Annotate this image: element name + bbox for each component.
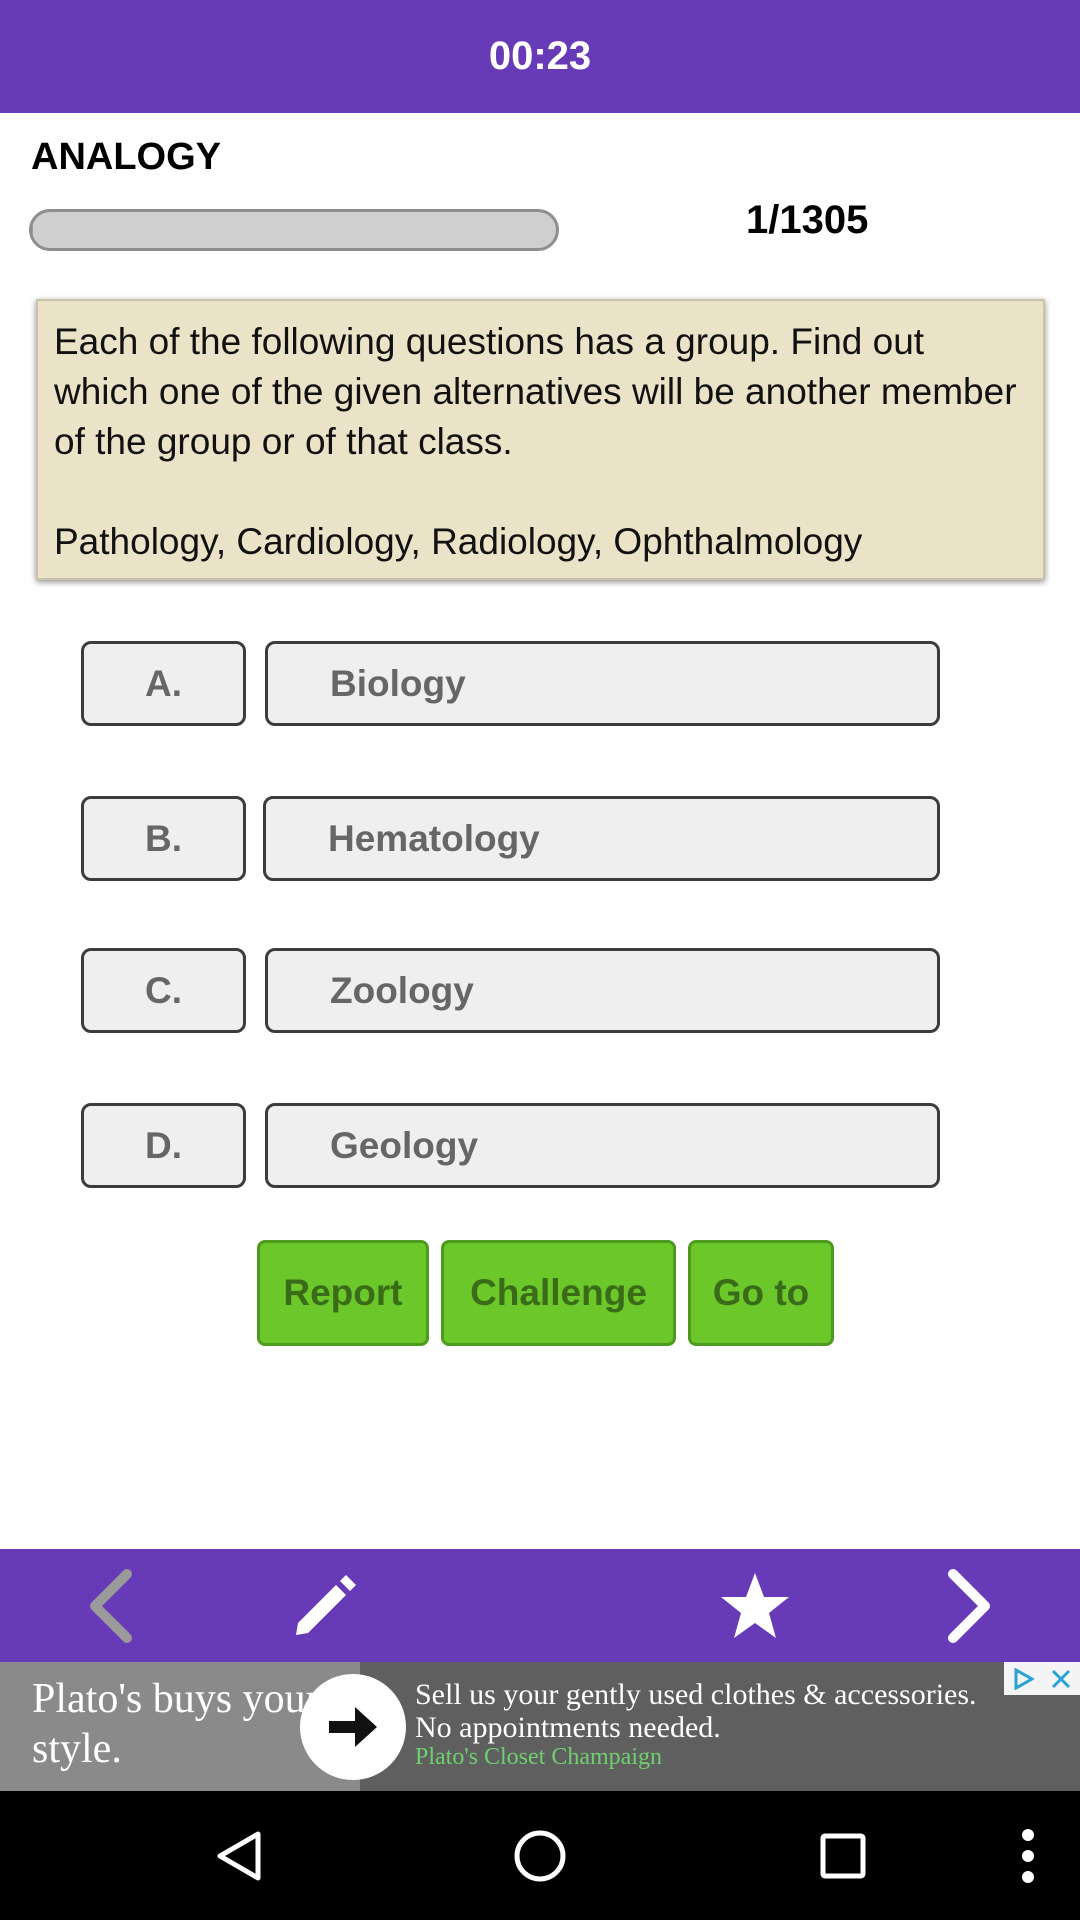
close-icon[interactable] xyxy=(1042,1662,1080,1695)
option-letter[interactable]: D. xyxy=(81,1103,246,1188)
timer: 00:23 xyxy=(488,34,592,78)
home-icon[interactable] xyxy=(500,1791,580,1920)
back-icon[interactable] xyxy=(200,1791,280,1920)
option-answer-button[interactable]: Geology xyxy=(265,1103,940,1188)
more-icon[interactable] xyxy=(1000,1791,1056,1920)
category-title: ANALOGY xyxy=(31,136,221,178)
ad-advertiser[interactable]: Plato's Closet Champaign xyxy=(415,1744,662,1771)
option-answer-button[interactable]: Biology xyxy=(265,641,940,726)
ad-body-text[interactable]: Sell us your gently used clothes & acces… xyxy=(415,1678,1015,1744)
goto-button[interactable]: Go to xyxy=(688,1240,834,1346)
option-letter[interactable]: B. xyxy=(81,796,246,881)
option-answer-button[interactable]: Hematology xyxy=(263,796,940,881)
progress-bar xyxy=(29,209,559,251)
pencil-icon[interactable] xyxy=(280,1549,370,1662)
system-nav-bar xyxy=(0,1791,1080,1920)
question-counter: 1/1305 xyxy=(746,198,869,242)
option-b[interactable]: B. Hematology xyxy=(81,796,940,881)
chevron-right-icon[interactable] xyxy=(930,1549,1010,1662)
chevron-left-icon[interactable] xyxy=(70,1549,150,1662)
arrow-right-icon[interactable] xyxy=(300,1674,406,1780)
bottom-nav-bar xyxy=(0,1549,1080,1662)
ad-banner[interactable]: Plato's buys your style. Sell us your ge… xyxy=(0,1662,1080,1791)
report-button[interactable]: Report xyxy=(257,1240,429,1346)
top-bar: 00:23 xyxy=(0,0,1080,113)
option-c[interactable]: C. Zoology xyxy=(81,948,940,1033)
challenge-button[interactable]: Challenge xyxy=(441,1240,676,1346)
option-d[interactable]: D. Geology xyxy=(81,1103,940,1188)
option-answer-button[interactable]: Zoology xyxy=(265,948,940,1033)
recents-icon[interactable] xyxy=(803,1791,883,1920)
adchoices-icon[interactable] xyxy=(1004,1662,1042,1695)
option-letter[interactable]: C. xyxy=(81,948,246,1033)
star-icon[interactable] xyxy=(710,1549,800,1662)
question-card: Each of the following questions has a gr… xyxy=(36,299,1045,580)
option-letter[interactable]: A. xyxy=(81,641,246,726)
question-text: Each of the following questions has a gr… xyxy=(54,321,1017,562)
option-a[interactable]: A. Biology xyxy=(81,641,940,726)
action-buttons: Report Challenge Go to xyxy=(0,1240,1080,1346)
